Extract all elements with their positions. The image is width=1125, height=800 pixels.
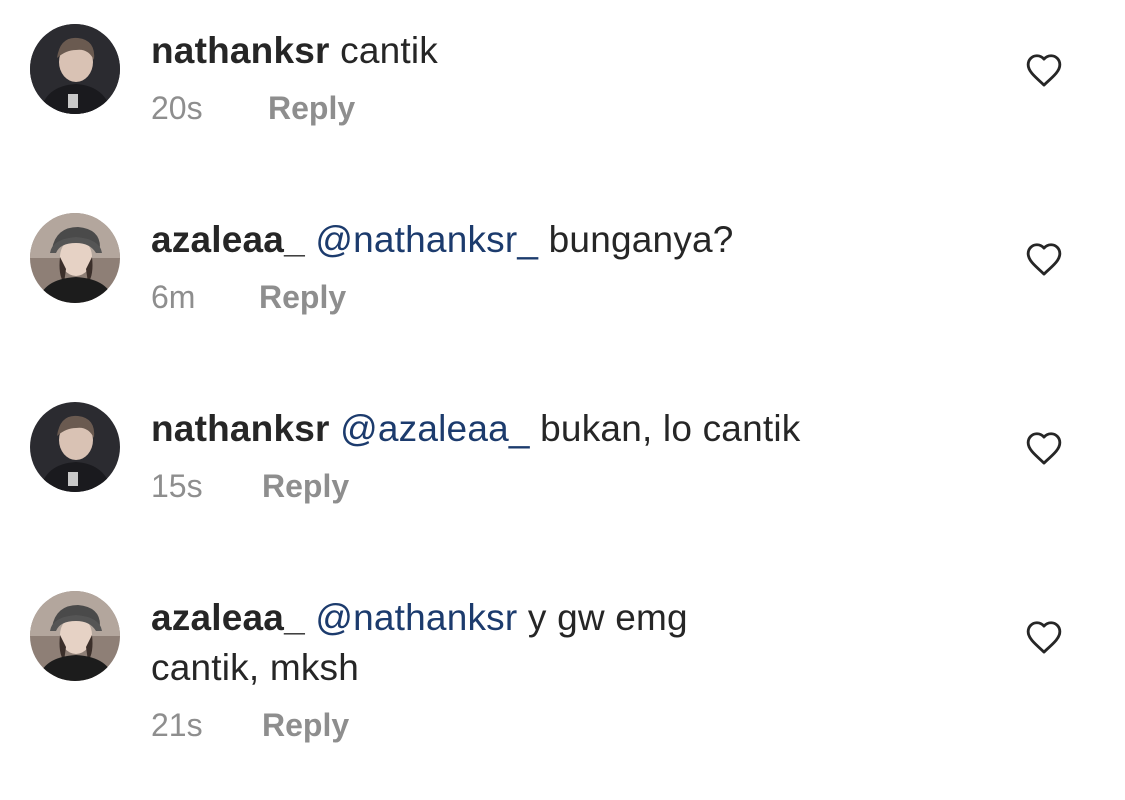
comment-username[interactable]: azaleaa_ — [151, 597, 305, 638]
comment-mention[interactable]: @azaleaa_ — [340, 408, 530, 449]
comment-text: nathanksr @azaleaa_ bukan, lo cantik — [151, 404, 971, 454]
reply-button[interactable]: Reply — [268, 88, 355, 128]
reply-button[interactable]: Reply — [262, 466, 349, 506]
avatar[interactable] — [30, 24, 120, 114]
reply-button[interactable]: Reply — [259, 277, 346, 317]
comment-mention[interactable]: @nathanksr_ — [315, 219, 538, 260]
avatar[interactable] — [30, 402, 120, 492]
comment-meta: 20s Reply — [151, 88, 971, 128]
comment-meta: 21s Reply — [151, 705, 791, 745]
comment-timestamp: 6m — [151, 279, 196, 315]
avatar[interactable] — [30, 591, 120, 681]
comment-timestamp: 21s — [151, 707, 203, 743]
comment-username[interactable]: azaleaa_ — [151, 219, 305, 260]
comment-username[interactable]: nathanksr — [151, 30, 330, 71]
comment-meta: 6m Reply — [151, 277, 971, 317]
comment-body: nathanksr @azaleaa_ bukan, lo cantik 15s… — [151, 404, 971, 506]
comment-meta: 15s Reply — [151, 466, 971, 506]
heart-outline-icon[interactable] — [1025, 430, 1063, 466]
comment-username[interactable]: nathanksr — [151, 408, 330, 449]
comment-mention[interactable]: @nathanksr — [315, 597, 517, 638]
comment-timestamp: 20s — [151, 90, 203, 126]
comment-message: bunganya? — [548, 219, 734, 260]
comment-message: cantik — [340, 30, 438, 71]
comment-body: azaleaa_ @nathanksr_ bunganya? 6m Reply — [151, 215, 971, 317]
heart-outline-icon[interactable] — [1025, 619, 1063, 655]
heart-outline-icon[interactable] — [1025, 52, 1063, 88]
heart-outline-icon[interactable] — [1025, 241, 1063, 277]
comment-text: nathanksr cantik — [151, 26, 971, 76]
comment-body: nathanksr cantik 20s Reply — [151, 26, 971, 128]
comment-body: azaleaa_ @nathanksr y gw emg cantik, mks… — [151, 593, 791, 745]
comment-timestamp: 15s — [151, 468, 203, 504]
reply-button[interactable]: Reply — [262, 705, 349, 745]
comment-text: azaleaa_ @nathanksr_ bunganya? — [151, 215, 971, 265]
comment-text: azaleaa_ @nathanksr y gw emg cantik, mks… — [151, 593, 791, 693]
comment-message: bukan, lo cantik — [540, 408, 801, 449]
avatar[interactable] — [30, 213, 120, 303]
